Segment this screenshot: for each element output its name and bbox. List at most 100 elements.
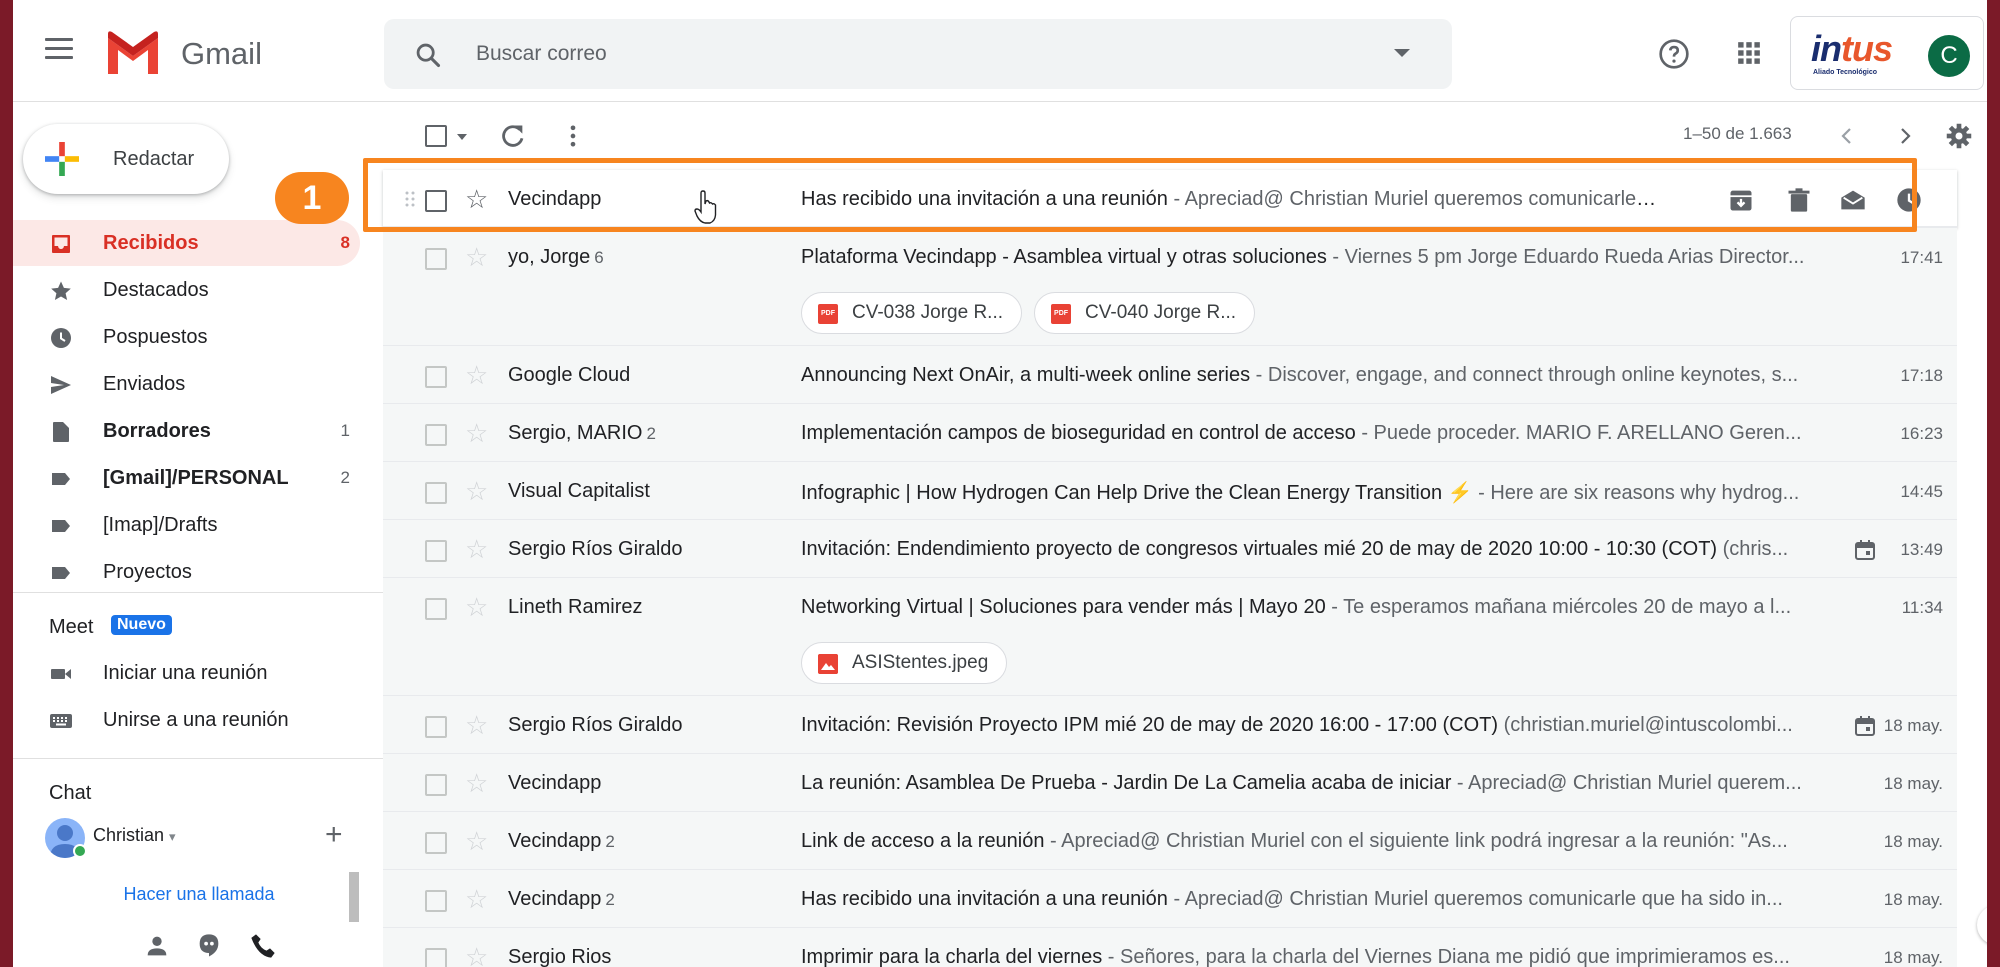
row-checkbox[interactable]: [425, 774, 447, 796]
email-date: 13:49: [1900, 540, 1943, 559]
row-checkbox[interactable]: [425, 890, 447, 912]
email-row[interactable]: ☆ Sergio Ríos Giraldo Invitación: Revisión…: [383, 696, 1957, 754]
row-checkbox[interactable]: [425, 366, 447, 388]
attachment-chip[interactable]: PDF CV-040 Jorge R...: [1034, 292, 1256, 334]
add-chat-icon[interactable]: +: [325, 818, 343, 852]
chevron-left-icon[interactable]: [1835, 124, 1859, 148]
divider: [13, 592, 383, 593]
search-icon[interactable]: [414, 41, 442, 69]
main-menu-icon[interactable]: [45, 38, 73, 60]
meet-join-meeting[interactable]: Unirse a una reunión: [13, 697, 360, 743]
people-icon[interactable]: [143, 932, 171, 960]
row-checkbox[interactable]: [425, 948, 447, 967]
trash-icon[interactable]: [1785, 186, 1813, 214]
nav-label-proyectos[interactable]: Proyectos: [13, 549, 360, 595]
nav-snoozed[interactable]: Pospuestos: [13, 314, 360, 360]
attachment-chip[interactable]: ASIStentes.jpeg: [801, 642, 1008, 684]
account-switcher[interactable]: intus Aliado Tecnológico C: [1790, 16, 1984, 90]
star-toggle-icon[interactable]: ☆: [465, 476, 488, 507]
star-toggle-icon[interactable]: ☆: [465, 242, 488, 273]
email-row[interactable]: ☆ Vecindapp La reunión: Asamblea De Prueba…: [383, 754, 1957, 812]
calendar-icon[interactable]: [1853, 538, 1877, 562]
star-toggle-icon[interactable]: ☆: [465, 184, 488, 215]
star-toggle-icon[interactable]: ☆: [465, 592, 488, 623]
email-row[interactable]: ☆ Vecindapp Has recibido una invitación a …: [383, 170, 1957, 228]
email-subject: Networking Virtual | Soluciones para ven…: [801, 596, 1792, 618]
row-checkbox[interactable]: [425, 540, 447, 562]
nav-label: Recibidos: [103, 232, 199, 254]
star-toggle-icon[interactable]: ☆: [465, 534, 488, 565]
nav-sent[interactable]: Enviados: [13, 361, 360, 407]
apps-grid-icon[interactable]: [1736, 40, 1762, 66]
help-icon[interactable]: [1658, 38, 1690, 70]
chevron-right-icon[interactable]: [1893, 124, 1917, 148]
star-toggle-icon[interactable]: ☆: [465, 884, 488, 915]
settings-gear-icon[interactable]: [1945, 122, 1973, 150]
nav-starred[interactable]: Destacados: [13, 267, 360, 313]
keyboard-icon: [50, 714, 72, 728]
nav-drafts[interactable]: Borradores 1: [13, 408, 360, 454]
row-checkbox[interactable]: [425, 716, 447, 738]
drag-handle-icon[interactable]: [405, 190, 415, 212]
account-avatar[interactable]: C: [1928, 35, 1970, 77]
row-checkbox[interactable]: [425, 482, 447, 504]
star-toggle-icon[interactable]: ☆: [465, 360, 488, 391]
row-checkbox[interactable]: [425, 190, 447, 212]
row-checkbox[interactable]: [425, 424, 447, 446]
row-checkbox[interactable]: [425, 832, 447, 854]
nav-label-imap-drafts[interactable]: [Imap]/Drafts: [13, 502, 360, 548]
star-toggle-icon[interactable]: ☆: [465, 768, 488, 799]
attachment-chips: PDF CV-038 Jorge R... PDF CV-040 Jorge R...: [801, 292, 1267, 334]
mark-as-unread-icon[interactable]: [1839, 186, 1867, 214]
email-row[interactable]: ☆ Vecindapp 2 Link de acceso a la reunión -…: [383, 812, 1957, 870]
compose-label: Redactar: [113, 148, 195, 170]
star-toggle-icon[interactable]: ☆: [465, 710, 488, 741]
chat-scrollbar[interactable]: [349, 872, 359, 922]
calendar-icon[interactable]: [1853, 714, 1877, 738]
search-options-dropdown-icon[interactable]: [1394, 49, 1410, 57]
email-row[interactable]: ☆ Sergio Ríos Giraldo Invitación: Endendim…: [383, 520, 1957, 578]
email-row[interactable]: ☆ Google Cloud Announcing Next OnAir, a mu…: [383, 346, 1957, 404]
gmail-logo[interactable]: [104, 30, 162, 74]
more-options-icon[interactable]: [559, 122, 587, 150]
archive-icon[interactable]: [1727, 186, 1755, 214]
compose-button[interactable]: Redactar: [23, 124, 229, 194]
search-input[interactable]: [476, 38, 1276, 70]
phone-icon[interactable]: [249, 932, 277, 960]
meet-start-meeting[interactable]: Iniciar una reunión: [13, 650, 360, 696]
row-checkbox[interactable]: [425, 248, 447, 270]
row-checkbox[interactable]: [425, 598, 447, 620]
email-row[interactable]: ☆ Vecindapp 2 Has recibido una invitación a…: [383, 870, 1957, 928]
email-subject: Invitación: Endendimiento proyecto de co…: [801, 538, 1789, 560]
email-row[interactable]: ☆ yo, Jorge 6 Plataforma Vecindapp - Asambl…: [383, 228, 1957, 346]
video-camera-icon: [51, 669, 71, 679]
nav-inbox[interactable]: Recibidos 8: [13, 220, 360, 266]
email-subject: Announcing Next OnAir, a multi-week onli…: [801, 364, 1799, 386]
email-sender: Vecindapp 2: [508, 888, 615, 910]
nav-label-personal[interactable]: [Gmail]/PERSONAL 2: [13, 455, 360, 501]
make-call-link[interactable]: Hacer una llamada: [53, 872, 345, 916]
attachment-chip[interactable]: PDF CV-038 Jorge R...: [801, 292, 1023, 334]
snooze-clock-icon[interactable]: [1895, 186, 1923, 214]
email-sender: Sergio Ríos Giraldo: [508, 538, 683, 560]
email-row[interactable]: ☆ Lineth Ramirez Networking Virtual | Solu…: [383, 578, 1957, 696]
email-row[interactable]: ☆ Sergio, MARIO 2 Implementación campos de …: [383, 404, 1957, 462]
search-bar[interactable]: [384, 19, 1452, 89]
email-subject: La reunión: Asamblea De Prueba - Jardin …: [801, 772, 1802, 794]
side-panel-toggle-chevron-left-icon[interactable]: [1977, 905, 1987, 945]
email-row[interactable]: ☆ Sergio Rios Imprimir para la charla del …: [383, 928, 1957, 967]
email-date: 17:18: [1900, 366, 1943, 385]
nav-label: Borradores: [103, 420, 211, 442]
hangouts-icon[interactable]: [195, 932, 223, 960]
chat-user-name[interactable]: Christian ▾: [93, 825, 176, 846]
star-toggle-icon[interactable]: ☆: [465, 942, 488, 967]
new-badge: Nuevo: [111, 615, 172, 635]
email-row[interactable]: ☆ Visual Capitalist Infographic | How Hydr…: [383, 462, 1957, 520]
star-toggle-icon[interactable]: ☆: [465, 418, 488, 449]
select-menu-chevron-down-icon[interactable]: [457, 134, 467, 140]
refresh-icon[interactable]: [499, 122, 527, 150]
star-toggle-icon[interactable]: ☆: [465, 826, 488, 857]
clock-icon: [51, 328, 71, 348]
select-all-checkbox[interactable]: [425, 125, 447, 147]
thread-count: 6: [594, 248, 604, 267]
